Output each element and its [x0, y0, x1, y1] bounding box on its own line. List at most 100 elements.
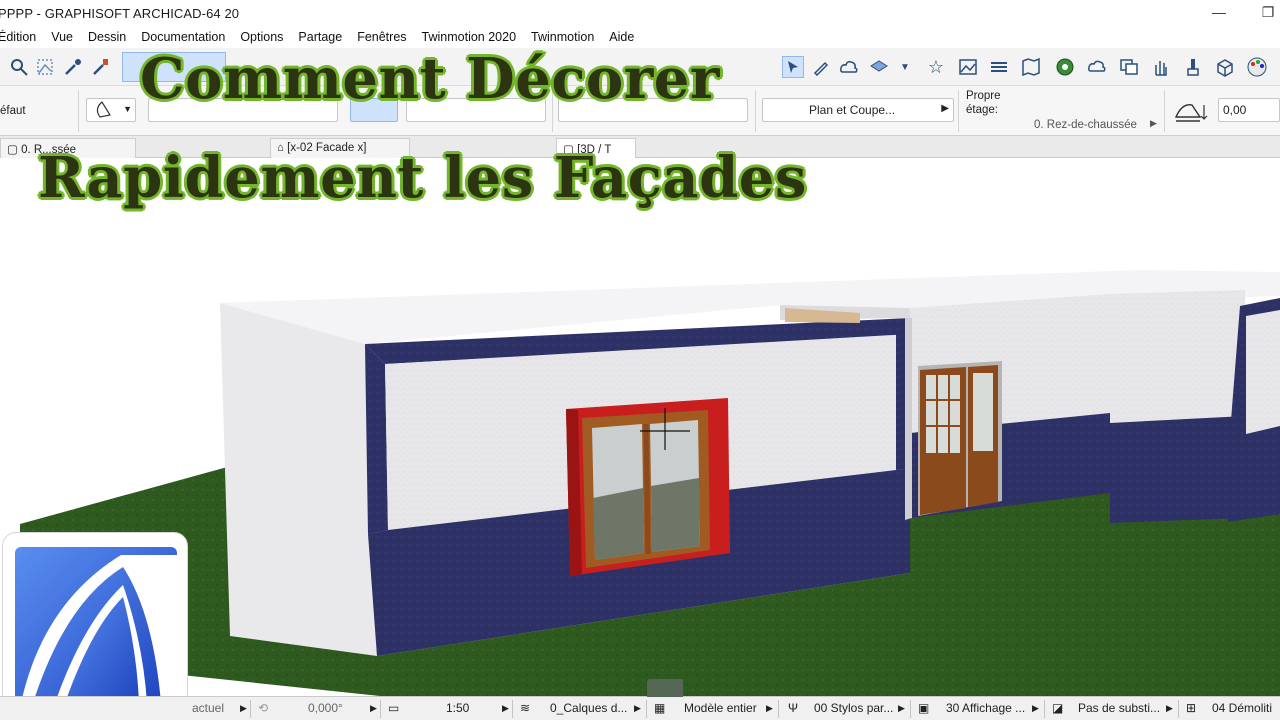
copy-icon[interactable] — [1118, 56, 1140, 78]
door-glass-left — [924, 373, 962, 455]
chevron-right-icon: ▶ — [898, 703, 905, 713]
window-glass-left-lower — [593, 488, 644, 560]
story-label-line2: étage: — [966, 104, 998, 116]
menu-aide[interactable]: Aide — [609, 30, 634, 44]
story-label-line1: Propre — [966, 90, 1001, 102]
eyedropper-icon[interactable] — [62, 56, 84, 78]
menu-twinmotion[interactable]: Twinmotion — [531, 30, 594, 44]
elevation-input[interactable]: 0,00 — [1218, 98, 1280, 122]
view-select[interactable]: Plan et Coupe... ▶ — [762, 98, 954, 122]
magic-wand-icon[interactable] — [8, 56, 30, 78]
stack-icon[interactable] — [988, 56, 1010, 78]
infobox-divider — [78, 90, 79, 132]
window-glass-right-lower — [651, 478, 700, 552]
scale-icon: ▭ — [388, 701, 400, 715]
menu-documentation[interactable]: Documentation — [141, 30, 225, 44]
hand-icon[interactable] — [1150, 56, 1172, 78]
status-divider — [778, 700, 779, 718]
infobox-divider — [958, 90, 959, 132]
picture-icon[interactable] — [957, 56, 979, 78]
menu-partage[interactable]: Partage — [298, 30, 342, 44]
door-glass-right — [971, 371, 995, 453]
restore-button[interactable]: ❐ — [1257, 3, 1279, 23]
story-value[interactable]: 0. Rez-de-chaussée — [1034, 119, 1137, 131]
status-angle[interactable]: 0,000° — [308, 701, 343, 715]
status-scale[interactable]: 1:50 — [446, 701, 469, 715]
brush-icon[interactable] — [1182, 56, 1204, 78]
pencil-icon[interactable] — [810, 56, 832, 78]
cloud-icon[interactable] — [838, 56, 860, 78]
window-mullion — [643, 423, 651, 555]
status-divider — [910, 700, 911, 718]
front-wall-band-left — [365, 344, 388, 534]
archicad-logo-icon — [15, 547, 177, 705]
status-renovation[interactable]: 04 Démoliti — [1212, 701, 1272, 715]
status-override[interactable]: Pas de substi... — [1078, 701, 1160, 715]
layers-icon[interactable] — [868, 56, 890, 78]
status-divider — [1044, 700, 1045, 718]
headline-line2: Rapidement les Façades — [37, 144, 808, 213]
status-divider — [1178, 700, 1179, 718]
star-icon[interactable]: ☆ — [925, 56, 947, 78]
menu-options[interactable]: Options — [240, 30, 283, 44]
right-end-wall-panel — [1246, 310, 1280, 434]
status-display[interactable]: 30 Affichage ... — [946, 701, 1025, 715]
arrow-icon[interactable] — [782, 56, 804, 78]
right-wall-plaster — [1110, 290, 1245, 433]
renovation-icon: ⊞ — [1186, 701, 1197, 715]
minimize-button[interactable]: — — [1208, 3, 1230, 23]
menu-bar: Édition Vue Dessin Documentation Options… — [0, 26, 1280, 48]
elevation-icon — [1174, 99, 1208, 128]
chevron-right-icon: ▶ — [1166, 703, 1173, 713]
status-divider — [646, 700, 647, 718]
cloud-sync-icon[interactable] — [1086, 56, 1108, 78]
menu-dessin[interactable]: Dessin — [88, 30, 126, 44]
left-side-wall — [220, 303, 377, 656]
middle-wall-side — [905, 318, 912, 520]
3d-scene — [20, 270, 1280, 696]
status-model[interactable]: Modèle entier — [684, 701, 757, 715]
3d-viewport[interactable] — [0, 158, 1280, 696]
chevron-right-icon: ▶ — [370, 703, 377, 713]
status-pens[interactable]: 00 Stylos par... — [814, 701, 893, 715]
menu-twinmotion-2020[interactable]: Twinmotion 2020 — [422, 30, 517, 44]
marquee-icon[interactable] — [34, 56, 56, 78]
map-icon[interactable] — [1020, 56, 1042, 78]
status-actuel[interactable]: actuel — [192, 701, 224, 715]
status-divider — [512, 700, 513, 718]
chevron-right-icon: ▶ — [1032, 703, 1039, 713]
menu-edition[interactable]: Édition — [0, 30, 36, 44]
cube-icon[interactable] — [1214, 56, 1236, 78]
right-wall-band — [1110, 416, 1245, 523]
view-select-value: Plan et Coupe... — [809, 103, 896, 117]
menu-vue[interactable]: Vue — [51, 30, 73, 44]
archicad-logo — [2, 532, 188, 714]
plan-icon: ▢ — [7, 144, 18, 156]
syringe-icon[interactable] — [90, 56, 112, 78]
infobox-divider — [755, 90, 756, 132]
globe-icon[interactable] — [1054, 56, 1076, 78]
chevron-right-icon: ▶ — [502, 703, 509, 713]
title-bar: PPPP - GRAPHISOFT ARCHICAD-64 20 — ❐ — [0, 0, 1280, 26]
layers-status-icon: ≋ — [520, 701, 531, 715]
chevron-right-icon: ▶ — [766, 703, 773, 713]
shape-selector[interactable]: ▼ — [86, 98, 136, 122]
default-label: éfaut — [0, 105, 26, 117]
status-divider — [250, 700, 251, 718]
infobox-divider — [1164, 90, 1165, 132]
status-bar: actuel ▶ ⟲ 0,000° ▶ ▭ 1:50 ▶ ≋ 0_Calques… — [0, 679, 1280, 720]
override-icon: ◪ — [1052, 701, 1064, 715]
window-title: PPPP - GRAPHISOFT ARCHICAD-64 20 — [0, 5, 240, 21]
palette-icon[interactable] — [1246, 56, 1268, 78]
status-layers[interactable]: 0_Calques d... — [550, 701, 627, 715]
chevron-right-icon: ▶ — [1150, 118, 1157, 128]
status-divider — [380, 700, 381, 718]
elevation-value: 0,00 — [1223, 103, 1247, 117]
chevron-right-icon: ▶ — [240, 703, 247, 713]
status-grip-handle[interactable] — [647, 679, 683, 697]
pen-shape-icon — [96, 101, 111, 118]
chevron-down-icon[interactable]: ▼ — [894, 56, 916, 78]
menu-fenetres[interactable]: Fenêtres — [357, 30, 406, 44]
chevron-right-icon: ▶ — [941, 103, 949, 114]
chevron-down-icon: ▼ — [123, 104, 132, 114]
